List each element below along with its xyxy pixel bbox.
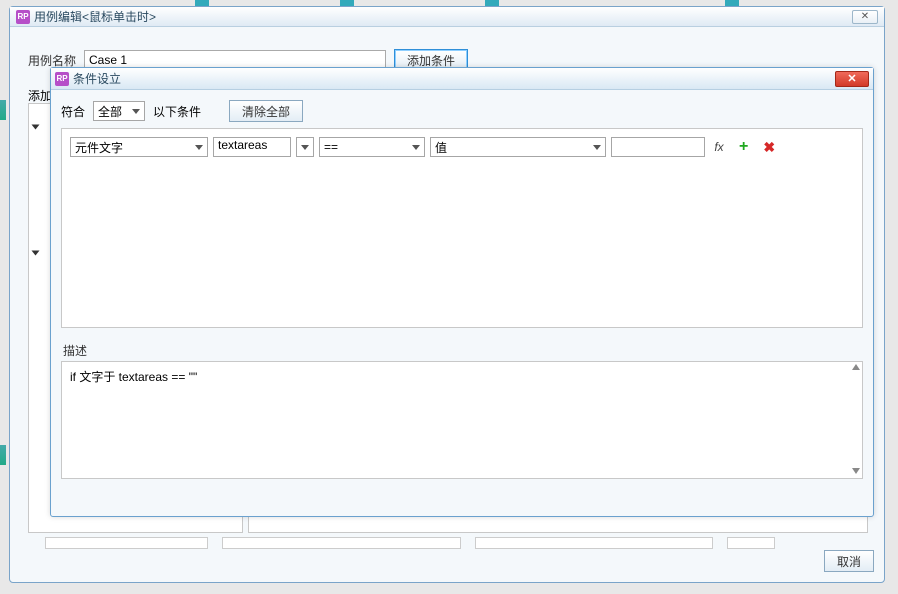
rhs-type-select[interactable]: 值 bbox=[430, 137, 606, 157]
close-icon[interactable]: ✕ bbox=[835, 71, 869, 87]
add-condition-icon[interactable]: + bbox=[733, 138, 754, 156]
match-scope-select[interactable]: 全部 bbox=[93, 101, 145, 121]
app-icon: RP bbox=[55, 72, 69, 86]
case-editor-titlebar[interactable]: RP 用例编辑<鼠标单击时> ✕ bbox=[10, 7, 884, 27]
rhs-value-input[interactable] bbox=[611, 137, 705, 157]
delete-condition-icon[interactable]: ✖ bbox=[759, 139, 779, 156]
condition-builder-titlebar[interactable]: RP 条件设立 ✕ bbox=[51, 68, 873, 90]
condition-builder-window: RP 条件设立 ✕ 符合 全部 以下条件 清除全部 元件文字 textareas… bbox=[50, 67, 874, 517]
target-widget-picker[interactable] bbox=[296, 137, 314, 157]
fx-button[interactable]: fx bbox=[710, 140, 728, 154]
clear-all-button[interactable]: 清除全部 bbox=[229, 100, 303, 122]
scroll-down-icon[interactable] bbox=[852, 468, 860, 476]
cancel-button[interactable]: 取消 bbox=[824, 550, 874, 572]
attribute-select[interactable]: 元件文字 bbox=[70, 137, 208, 157]
conditions-panel: 元件文字 textareas == 值 fx + ✖ bbox=[61, 128, 863, 328]
add-action-label: 添加 bbox=[28, 87, 52, 104]
app-icon: RP bbox=[16, 10, 30, 24]
bottom-strip bbox=[45, 537, 775, 549]
condition-builder-title: 条件设立 bbox=[73, 70, 121, 87]
match-prefix-label: 符合 bbox=[61, 103, 85, 120]
close-icon[interactable]: ✕ bbox=[852, 10, 878, 24]
operator-select[interactable]: == bbox=[319, 137, 425, 157]
case-editor-title: 用例编辑<鼠标单击时> bbox=[34, 8, 156, 25]
tree-expand-icon[interactable] bbox=[32, 251, 40, 256]
target-widget-input[interactable]: textareas bbox=[213, 137, 291, 157]
description-box[interactable]: if 文字于 textareas == "" bbox=[61, 361, 863, 479]
match-suffix-label: 以下条件 bbox=[153, 103, 201, 120]
case-name-label: 用例名称 bbox=[28, 52, 76, 69]
condition-row: 元件文字 textareas == 值 fx + ✖ bbox=[70, 137, 854, 157]
tree-expand-icon[interactable] bbox=[32, 125, 40, 130]
description-label: 描述 bbox=[61, 342, 863, 359]
scroll-up-icon[interactable] bbox=[852, 364, 860, 372]
description-text: if 文字于 textareas == "" bbox=[70, 370, 197, 384]
